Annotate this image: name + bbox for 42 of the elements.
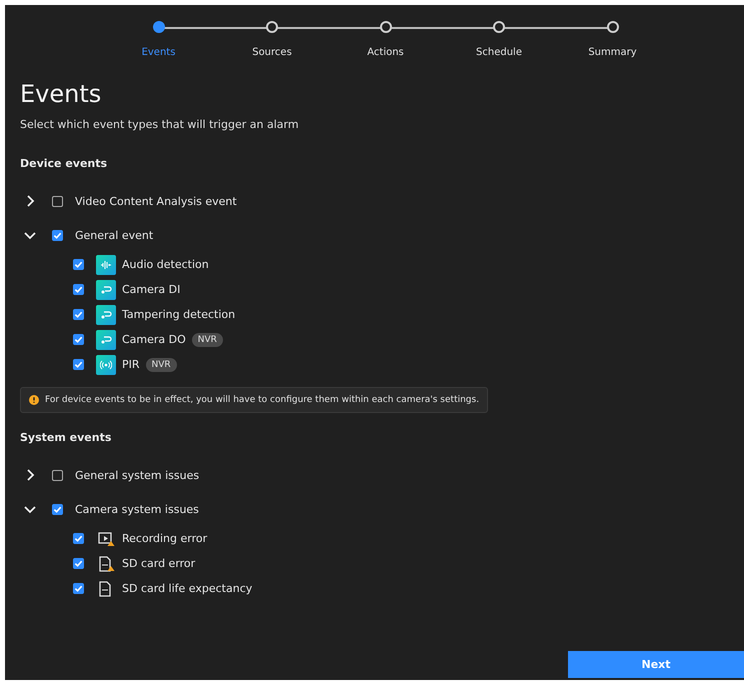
event-label: Tampering detection: [122, 308, 236, 321]
step-tab[interactable]: Summary: [588, 47, 637, 58]
event-label: Camera DI: [122, 283, 180, 296]
event-label: Camera DO: [122, 333, 186, 346]
checkbox[interactable]: [52, 504, 63, 514]
checkbox[interactable]: [73, 583, 84, 594]
nvr-badge: NVR: [192, 332, 223, 346]
event-label: PIR: [122, 358, 140, 371]
step-tab[interactable]: Events: [142, 47, 176, 58]
section-heading: Device events: [20, 157, 108, 170]
loop-icon: [96, 304, 116, 324]
checkbox[interactable]: [73, 309, 84, 320]
checkbox[interactable]: [73, 334, 84, 345]
step-tab[interactable]: Actions: [367, 47, 404, 58]
loop-icon: [96, 280, 116, 300]
signal-icon: [96, 354, 116, 374]
event-label: SD card error: [122, 557, 196, 570]
section-heading: System events: [20, 431, 112, 444]
page-title: Events: [20, 80, 102, 108]
page-subtitle: Select which event types that will trigger an alarm: [20, 118, 300, 131]
loop-icon: [96, 330, 116, 350]
checkbox[interactable]: [52, 196, 63, 206]
notice-text: For device events to be in effect, you will have to configure them within each camera's settings.: [45, 395, 480, 405]
checkbox[interactable]: [73, 284, 84, 295]
checkbox[interactable]: [52, 470, 63, 480]
group-label: General event: [75, 228, 154, 242]
group-label: General system issues: [75, 468, 200, 482]
group-label: Camera system issues: [75, 502, 199, 516]
event-label: Audio detection: [122, 258, 209, 271]
event-label: SD card life expectancy: [122, 582, 252, 595]
checkbox[interactable]: [73, 558, 84, 569]
step-tab[interactable]: Schedule: [476, 47, 522, 58]
checkbox[interactable]: [52, 230, 63, 240]
warning-icon: [29, 395, 39, 405]
step-tab[interactable]: Sources: [252, 47, 292, 58]
group-label: Video Content Analysis event: [75, 194, 237, 208]
checkbox[interactable]: [73, 259, 84, 270]
nvr-badge: NVR: [146, 358, 177, 372]
event-label: Recording error: [122, 532, 208, 545]
checkbox[interactable]: [73, 359, 84, 370]
checkbox[interactable]: [73, 533, 84, 544]
waveform-icon: [96, 254, 116, 274]
